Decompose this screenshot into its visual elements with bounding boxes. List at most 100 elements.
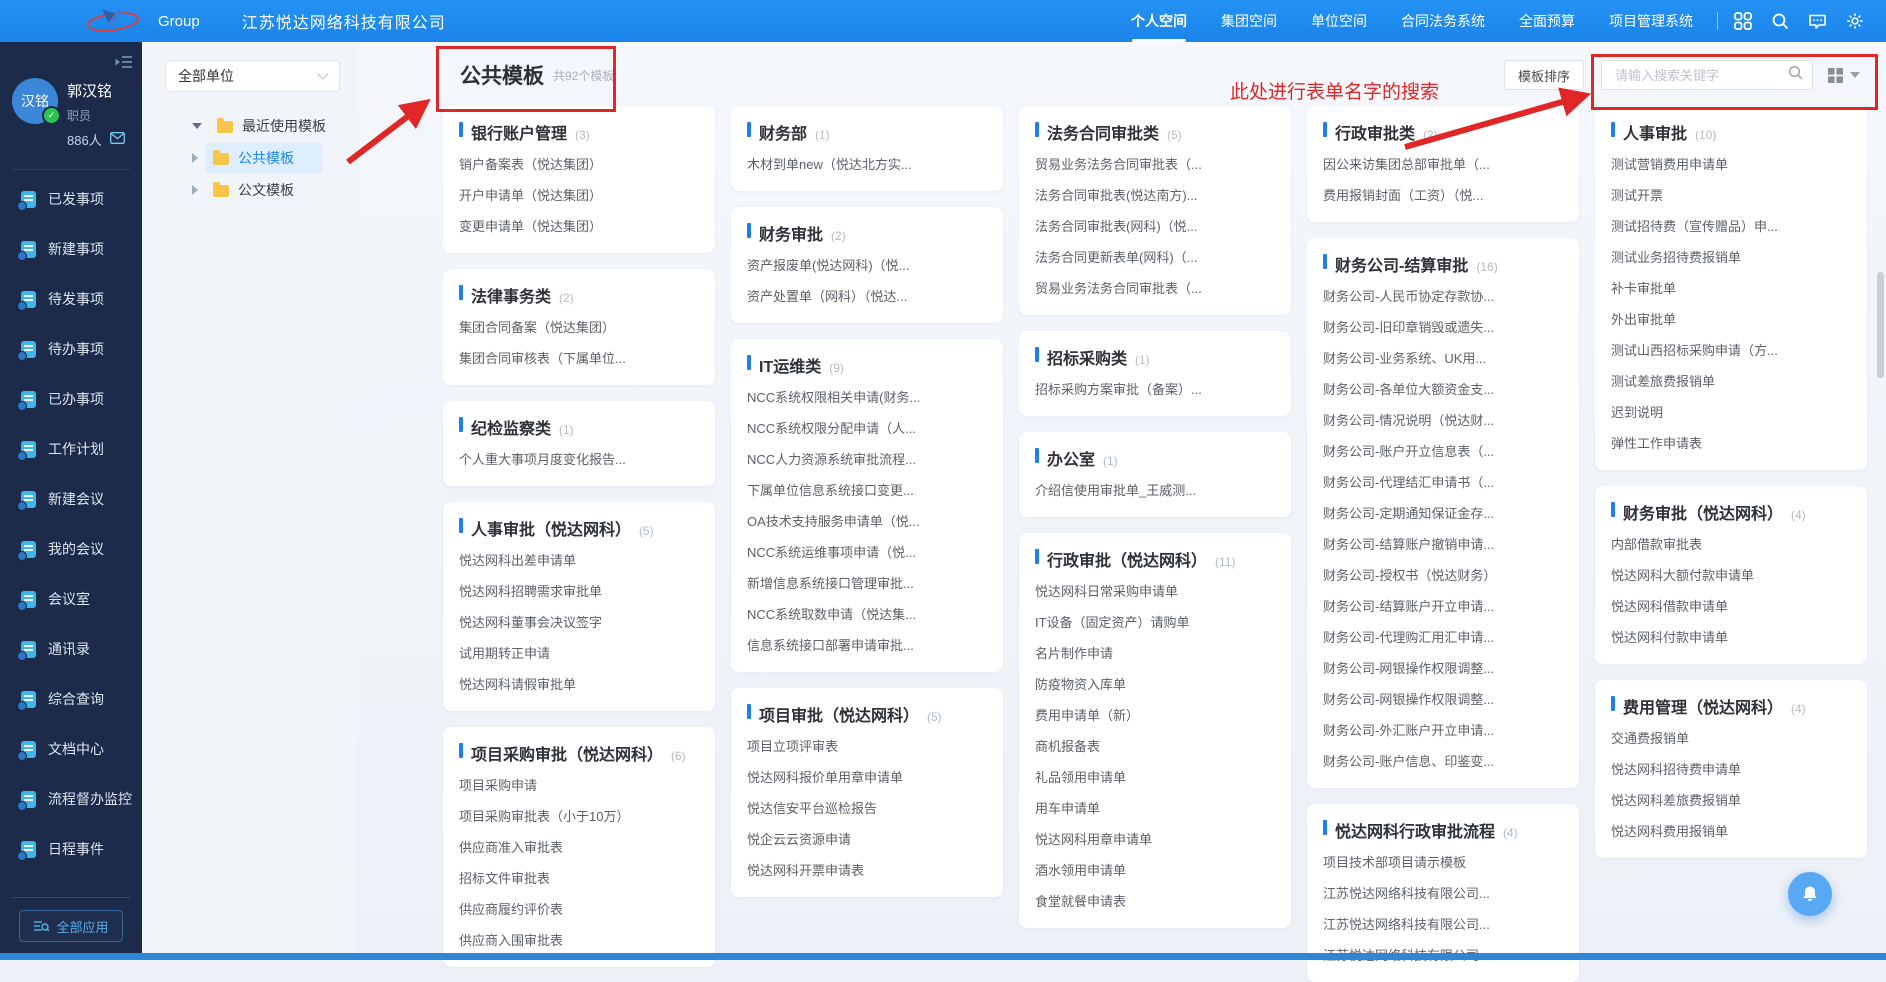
vertical-scrollbar-thumb[interactable] [1877,272,1884,378]
search-icon[interactable] [1771,12,1789,30]
template-item[interactable]: 补卡审批单 [1611,273,1851,304]
template-item[interactable]: 财务公司-旧印章销毁或遗失... [1323,312,1563,343]
template-search-box[interactable] [1601,60,1813,90]
sidebar-item-process-supervision[interactable]: 流程督办监控 [0,774,142,824]
template-item[interactable]: 招标采购方案审批（备案）... [1035,374,1275,405]
template-item[interactable]: 财务公司-网银操作权限调整... [1323,653,1563,684]
template-item[interactable]: 悦达网科招聘需求审批单 [459,576,699,607]
template-item[interactable]: 财务公司-代理结汇申请书（... [1323,467,1563,498]
nav-group-space[interactable]: 集团空间 [1221,0,1277,42]
template-item[interactable]: 财务公司-账户开立信息表（... [1323,436,1563,467]
tree-item-official-doc-templates[interactable]: 公文模板 [142,174,357,206]
sidebar-item-my-meetings[interactable]: 我的会议 [0,524,142,574]
sidebar-item-sent-items[interactable]: 已发事项 [0,174,142,224]
template-item[interactable]: OA技术支持服务申请单（悦... [747,506,987,537]
sidebar-item-done-items[interactable]: 已办事项 [0,374,142,424]
template-item[interactable]: NCC人力资源系统审批流程... [747,444,987,475]
template-item[interactable]: 财务公司-外汇账户开立申请... [1323,715,1563,746]
template-item[interactable]: 费用申请单（新） [1035,700,1275,731]
template-item[interactable]: NCC系统运维事项申请（悦... [747,537,987,568]
tree-item-recent-templates[interactable]: 最近使用模板 [142,110,357,142]
sidebar-item-new-meeting[interactable]: 新建会议 [0,474,142,524]
template-item[interactable]: 财务公司-各单位大额资金支... [1323,374,1563,405]
template-item[interactable]: 江苏悦达网络科技有限公司... [1323,909,1563,940]
sidebar-collapse-icon[interactable] [115,55,133,74]
template-item[interactable]: 弹性工作申请表 [1611,428,1851,459]
template-search-input[interactable] [1613,66,1788,84]
settings-gear-icon[interactable] [1846,12,1864,30]
sidebar-item-schedule-events[interactable]: 日程事件 [0,824,142,874]
template-item[interactable]: 江苏悦达网络科技有限公司... [1323,878,1563,909]
template-item[interactable]: 费用报销封面（工资）（悦... [1323,180,1563,211]
template-item[interactable]: 商机报备表 [1035,731,1275,762]
sidebar-item-document-center[interactable]: 文档中心 [0,724,142,774]
template-item[interactable]: 交通费报销单 [1611,723,1851,754]
template-item[interactable]: 项目采购审批表（小于10万） [459,801,699,832]
view-mode-toggle[interactable] [1828,67,1860,83]
template-item[interactable]: 财务公司-结算账户开立申请... [1323,591,1563,622]
template-item[interactable]: 财务公司-业务系统、UK用... [1323,343,1563,374]
sidebar-item-contacts[interactable]: 通讯录 [0,624,142,674]
tree-item-body[interactable]: 公共模板 [206,143,322,173]
template-item[interactable]: 试用期转正申请 [459,638,699,669]
template-item[interactable]: 法务合同审批表(悦达南方)... [1035,180,1275,211]
template-item[interactable]: 防疫物资入库单 [1035,669,1275,700]
template-item[interactable]: 供应商履约评价表 [459,894,699,925]
template-item[interactable]: 财务公司-网银操作权限调整... [1323,684,1563,715]
template-item[interactable]: IT设备（固定资产）请购单 [1035,607,1275,638]
sidebar-item-comprehensive-search[interactable]: 综合查询 [0,674,142,724]
tree-caret-icon[interactable] [192,153,198,163]
template-item[interactable]: 供应商准入审批表 [459,832,699,863]
envelope-icon[interactable] [109,132,125,147]
template-item[interactable]: 测试营销费用申请单 [1611,149,1851,180]
template-item[interactable]: 悦达网科报价单用章申请单 [747,762,987,793]
template-item[interactable]: 悦达网科请假审批单 [459,669,699,700]
template-item[interactable]: 招标文件审批表 [459,863,699,894]
nav-contract-legal-system[interactable]: 合同法务系统 [1401,0,1485,42]
template-item[interactable]: 测试山西招标采购申请（方... [1611,335,1851,366]
template-item[interactable]: 资产处置单（网科）（悦达... [747,281,987,312]
nav-unit-space[interactable]: 单位空间 [1311,0,1367,42]
template-item[interactable]: 贸易业务法务合同审批表（... [1035,149,1275,180]
template-item[interactable]: 测试开票 [1611,180,1851,211]
template-item[interactable]: 财务公司-人民币协定存款协... [1323,281,1563,312]
template-item[interactable]: 项目技术部项目请示模板 [1323,847,1563,878]
tree-item-body[interactable]: 最近使用模板 [210,111,354,141]
template-item[interactable]: 礼品领用申请单 [1035,762,1275,793]
template-item[interactable]: 财务公司-账户信息、印鉴变... [1323,746,1563,777]
template-item[interactable]: 供应商入围审批表 [459,925,699,956]
template-item[interactable]: 测试招待费（宣传赠品）申... [1611,211,1851,242]
tree-item-public-templates[interactable]: 公共模板 [142,142,357,174]
template-item[interactable]: 悦达网科用章申请单 [1035,824,1275,855]
tree-caret-icon[interactable] [192,185,198,195]
message-icon[interactable] [1808,12,1827,30]
template-item[interactable]: 悦达网科董事会决议签字 [459,607,699,638]
template-item[interactable]: 项目立项评审表 [747,731,987,762]
template-item[interactable]: 法务合同更新表单(网科)（... [1035,242,1275,273]
template-item[interactable]: 悦达网科差旅费报销单 [1611,785,1851,816]
all-apps-button[interactable]: 全部应用 [19,910,123,942]
tree-item-body[interactable]: 公文模板 [206,175,322,205]
template-item[interactable]: 测试差旅费报销单 [1611,366,1851,397]
template-item[interactable]: 内部借款审批表 [1611,529,1851,560]
template-item[interactable]: 销户备案表（悦达集团） [459,149,699,180]
sidebar-item-work-plan[interactable]: 工作计划 [0,424,142,474]
nav-project-management-system[interactable]: 项目管理系统 [1609,0,1693,42]
template-item[interactable]: 食堂就餐申请表 [1035,886,1275,917]
template-item[interactable]: 项目采购申请 [459,770,699,801]
template-item[interactable]: 外出审批单 [1611,304,1851,335]
avatar[interactable]: 汉铭 [12,78,61,125]
template-item[interactable]: 悦达网科开票申请表 [747,855,987,886]
template-item[interactable]: 悦达网科大额付款申请单 [1611,560,1851,591]
template-item[interactable]: 信息系统接口部署申请审批... [747,630,987,661]
template-item[interactable]: 用车申请单 [1035,793,1275,824]
template-item[interactable]: 财务公司-情况说明（悦达财... [1323,405,1563,436]
template-item[interactable]: 介绍信使用审批单_王威测... [1035,475,1275,506]
search-magnifier-icon[interactable] [1788,65,1803,85]
sidebar-item-new-item[interactable]: 新建事项 [0,224,142,274]
sidebar-item-meeting-room[interactable]: 会议室 [0,574,142,624]
template-item[interactable]: 下属单位信息系统接口变更... [747,475,987,506]
template-item[interactable]: 悦达网科费用报销单 [1611,816,1851,847]
apps-grid-icon[interactable] [1734,12,1752,30]
template-item[interactable]: 财务公司-结算账户撤销申请... [1323,529,1563,560]
